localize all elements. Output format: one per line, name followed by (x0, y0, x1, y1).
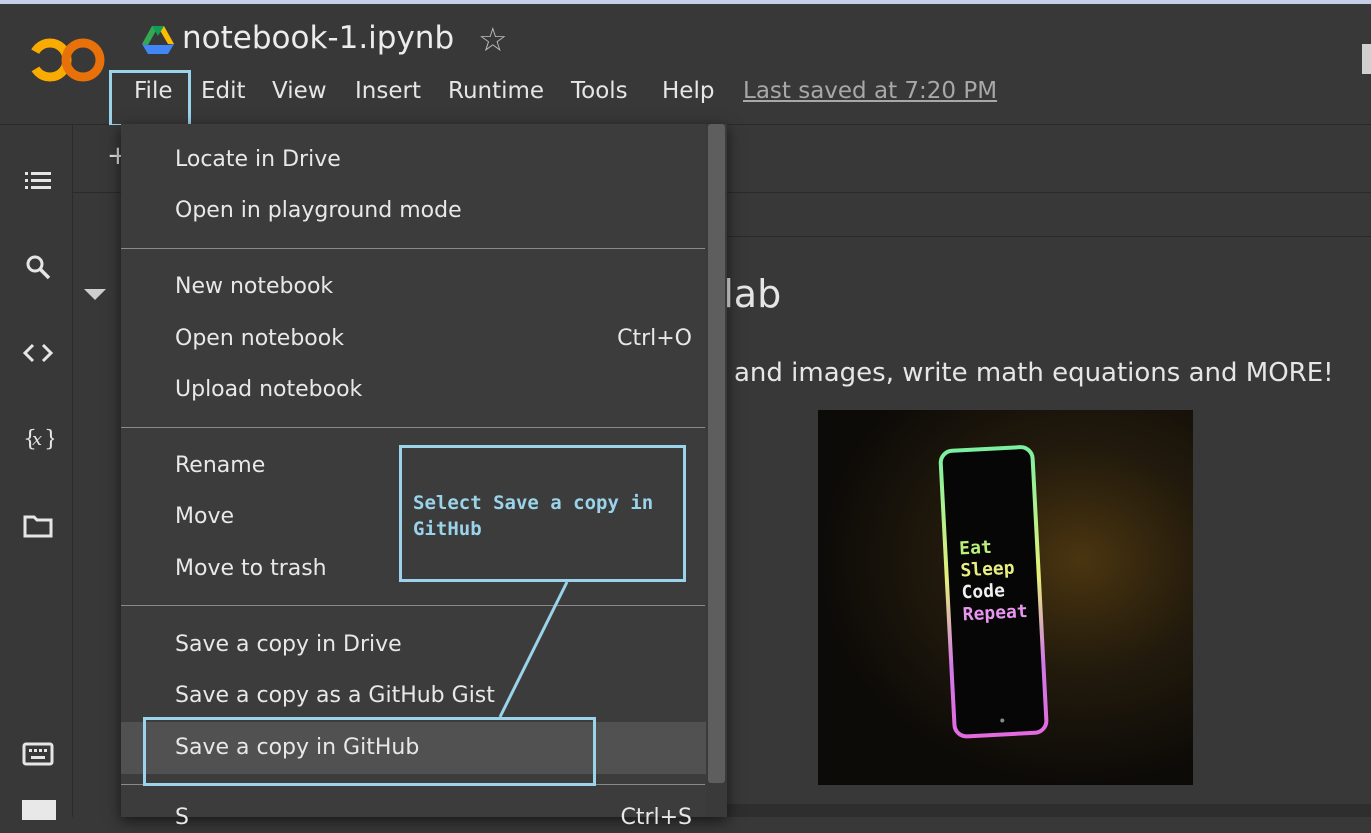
menu-item-open-notebook[interactable]: Open notebook (175, 324, 344, 354)
last-saved-link[interactable]: Last saved at 7:20 PM (743, 74, 997, 108)
star-icon[interactable]: ☆ (478, 20, 508, 59)
variables-icon[interactable]: { x } (22, 422, 54, 454)
phone-text-repeat: Repeat (962, 601, 1028, 625)
phone-illustration: Eat Sleep Code Repeat (938, 445, 1049, 739)
menu-scrollbar-thumb[interactable] (708, 124, 725, 783)
table-of-contents-icon[interactable] (22, 164, 54, 196)
menu-divider (121, 248, 705, 249)
search-icon[interactable] (22, 251, 54, 283)
google-drive-icon[interactable] (142, 26, 174, 54)
menu-item-open-playground[interactable]: Open in playground mode (175, 196, 462, 226)
phone-text-code: Code (961, 580, 1006, 603)
menu-runtime[interactable]: Runtime (448, 74, 544, 108)
shortcut-save: Ctrl+S (620, 805, 692, 830)
phone-image: Eat Sleep Code Repeat (818, 410, 1193, 785)
menu-item-upload-notebook[interactable]: Upload notebook (175, 375, 362, 405)
menu-insert[interactable]: Insert (355, 74, 421, 108)
svg-text:x: x (32, 429, 42, 450)
code-snippets-icon[interactable] (22, 337, 54, 369)
menu-tools[interactable]: Tools (571, 74, 628, 108)
notebook-title[interactable]: notebook-1.ipynb (182, 20, 454, 56)
menu-item-move-to-trash[interactable]: Move to trash (175, 554, 327, 584)
left-sidebar (0, 125, 73, 817)
callout-text: Select Save a copy in GitHub (413, 492, 654, 540)
window-scrollbar[interactable] (1362, 44, 1371, 74)
shortcut-open-notebook: Ctrl+O (617, 326, 692, 351)
logo-text: CO (66, 82, 68, 84)
menu-edit[interactable]: Edit (201, 74, 246, 108)
menu-item-move[interactable]: Move (175, 502, 234, 532)
phone-text-sleep: Sleep (960, 558, 1015, 582)
menu-divider (121, 427, 705, 428)
menu-item-new-notebook[interactable]: New notebook (175, 272, 333, 302)
file-menu-annotation (109, 70, 191, 127)
cell-text: and images, write math equations and MOR… (734, 358, 1334, 388)
terminal-icon[interactable] (22, 800, 56, 820)
svg-text:}: } (44, 427, 54, 452)
phone-text-eat: Eat (959, 537, 993, 560)
menu-view[interactable]: View (272, 74, 327, 108)
collapse-section-icon[interactable] (84, 289, 106, 300)
github-item-annotation (143, 717, 596, 786)
folder-icon[interactable] (22, 510, 54, 542)
menu-help[interactable]: Help (662, 74, 714, 108)
menu-divider (121, 605, 705, 606)
menu-item-rename[interactable]: Rename (175, 451, 265, 481)
colab-logo[interactable]: CO (26, 35, 106, 85)
command-palette-icon[interactable] (22, 738, 54, 770)
menu-item-locate-in-drive[interactable]: Locate in Drive (175, 145, 341, 175)
menu-item-save-copy-gist[interactable]: Save a copy as a GitHub Gist (175, 681, 495, 711)
menu-item-save-copy-drive[interactable]: Save a copy in Drive (175, 630, 402, 660)
menu-item-save-partial[interactable]: S (175, 803, 189, 833)
